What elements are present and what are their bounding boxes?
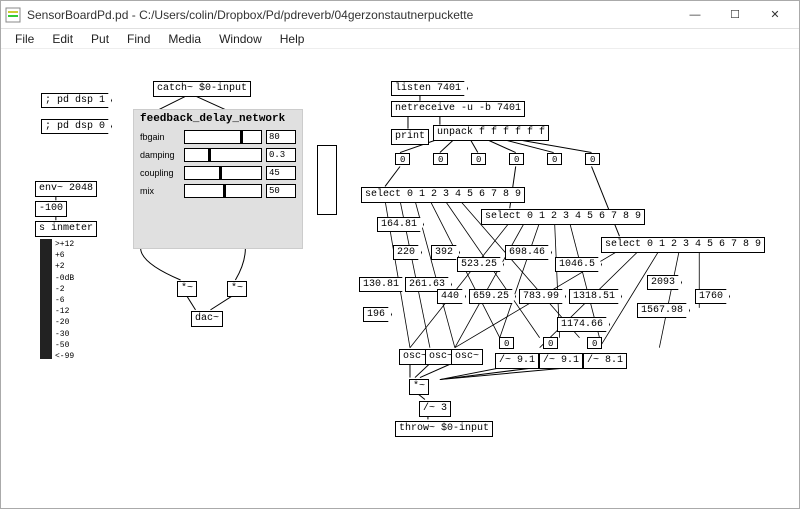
obj-div91a[interactable]: /~ 9.1 [495, 353, 539, 369]
menu-help[interactable]: Help [272, 30, 313, 48]
msg-130[interactable]: 130.81 [359, 277, 406, 292]
patch-canvas[interactable]: ; pd dsp 1 ; pd dsp 0 env~ 2048 -100 s i… [1, 49, 799, 508]
msg-698[interactable]: 698.46 [505, 245, 552, 260]
msg-1174[interactable]: 1174.66 [557, 317, 610, 332]
vu-label: -12 [55, 306, 74, 317]
msg-2093[interactable]: 2093 [647, 275, 682, 290]
fdn-label: mix [140, 186, 180, 196]
fdn-label: damping [140, 150, 180, 160]
obj-mul2[interactable]: *~ [227, 281, 247, 297]
msg-523[interactable]: 523.25 [457, 257, 504, 272]
msg-1567[interactable]: 1567.98 [637, 303, 690, 318]
vu-label: -50 [55, 340, 74, 351]
num-zero-a[interactable]: 0 [499, 337, 514, 349]
fdn-slider-mix[interactable] [184, 184, 262, 198]
fdn-row-fbgain: fbgain 80 [134, 128, 302, 146]
menu-put[interactable]: Put [83, 30, 117, 48]
fdn-label: fbgain [140, 132, 180, 142]
menu-media[interactable]: Media [160, 30, 209, 48]
fdn-value-coupling[interactable]: 45 [266, 166, 296, 180]
msg-1046[interactable]: 1046.5 [555, 257, 602, 272]
msg-1318[interactable]: 1318.51 [569, 289, 622, 304]
fdn-slider-fbgain[interactable] [184, 130, 262, 144]
num-unpack-5[interactable]: 0 [585, 153, 600, 165]
obj-dac[interactable]: dac~ [191, 311, 223, 327]
obj-div91b[interactable]: /~ 9.1 [539, 353, 583, 369]
window-title: SensorBoardPd.pd - C:/Users/colin/Dropbo… [27, 8, 675, 22]
fdn-value-damping[interactable]: 0.3 [266, 148, 296, 162]
obj-minus100[interactable]: -100 [35, 201, 67, 217]
menu-find[interactable]: Find [119, 30, 158, 48]
obj-netreceive[interactable]: netreceive -u -b 7401 [391, 101, 525, 117]
titlebar: SensorBoardPd.pd - C:/Users/colin/Dropbo… [1, 1, 799, 29]
fdn-title: feedback_delay_network [134, 110, 302, 128]
num-unpack-0[interactable]: 0 [395, 153, 410, 165]
obj-div3[interactable]: /~ 3 [419, 401, 451, 417]
iemgui-vslider[interactable] [317, 145, 337, 215]
obj-osc3[interactable]: osc~ [451, 349, 483, 365]
obj-div81[interactable]: /~ 8.1 [583, 353, 627, 369]
msg-220[interactable]: 220 [393, 245, 422, 260]
msg-196[interactable]: 196 [363, 307, 392, 322]
menubar: File Edit Put Find Media Window Help [1, 29, 799, 49]
vu-label: -2 [55, 284, 74, 295]
menu-edit[interactable]: Edit [44, 30, 81, 48]
vu-label: -20 [55, 317, 74, 328]
msg-440[interactable]: 440 [437, 289, 466, 304]
msg-1760[interactable]: 1760 [695, 289, 730, 304]
obj-env[interactable]: env~ 2048 [35, 181, 97, 197]
obj-catch[interactable]: catch~ $0-input [153, 81, 251, 97]
obj-unpack[interactable]: unpack f f f f f f [433, 125, 549, 141]
vu-label: <-99 [55, 351, 74, 362]
menu-file[interactable]: File [7, 30, 42, 48]
app-window: SensorBoardPd.pd - C:/Users/colin/Dropbo… [0, 0, 800, 509]
vu-label: +6 [55, 250, 74, 261]
vu-label: -30 [55, 329, 74, 340]
fdn-subpatch[interactable]: feedback_delay_network fbgain 80 damping 0.… [133, 109, 303, 249]
fdn-row-mix: mix 50 [134, 182, 302, 200]
msg-392[interactable]: 392 [431, 245, 460, 260]
num-unpack-2[interactable]: 0 [471, 153, 486, 165]
msg-659[interactable]: 659.25 [469, 289, 516, 304]
num-unpack-3[interactable]: 0 [509, 153, 524, 165]
menu-window[interactable]: Window [211, 30, 270, 48]
num-zero-c[interactable]: 0 [587, 337, 602, 349]
vu-label: -6 [55, 295, 74, 306]
app-icon [5, 7, 21, 23]
obj-mul1[interactable]: *~ [177, 281, 197, 297]
obj-s-inmeter[interactable]: s inmeter [35, 221, 97, 237]
msg-dsp0[interactable]: ; pd dsp 0 [41, 119, 112, 134]
msg-164[interactable]: 164.81 [377, 217, 424, 232]
num-unpack-4[interactable]: 0 [547, 153, 562, 165]
minimize-button[interactable]: — [675, 1, 715, 29]
vu-label: +2 [55, 261, 74, 272]
vu-meter: >+12+6+2-0dB-2-6-12-20-30-50<-99 [39, 239, 75, 359]
fdn-row-damping: damping 0.3 [134, 146, 302, 164]
fdn-slider-damping[interactable] [184, 148, 262, 162]
obj-print[interactable]: print [391, 129, 429, 145]
obj-throw[interactable]: throw~ $0-input [395, 421, 493, 437]
vu-label: >+12 [55, 239, 74, 250]
msg-listen[interactable]: listen 7401 [391, 81, 468, 96]
obj-select2[interactable]: select 0 1 2 3 4 5 6 7 8 9 [481, 209, 645, 225]
msg-783[interactable]: 783.99 [519, 289, 566, 304]
maximize-button[interactable]: ☐ [715, 1, 755, 29]
vu-label: -0dB [55, 273, 74, 284]
fdn-slider-coupling[interactable] [184, 166, 262, 180]
obj-select1[interactable]: select 0 1 2 3 4 5 6 7 8 9 [361, 187, 525, 203]
msg-dsp1[interactable]: ; pd dsp 1 [41, 93, 112, 108]
fdn-label: coupling [140, 168, 180, 178]
fdn-row-coupling: coupling 45 [134, 164, 302, 182]
num-unpack-1[interactable]: 0 [433, 153, 448, 165]
close-button[interactable]: ✕ [755, 1, 795, 29]
obj-select3[interactable]: select 0 1 2 3 4 5 6 7 8 9 [601, 237, 765, 253]
fdn-value-fbgain[interactable]: 80 [266, 130, 296, 144]
obj-mul-sig[interactable]: *~ [409, 379, 429, 395]
num-zero-b[interactable]: 0 [543, 337, 558, 349]
fdn-value-mix[interactable]: 50 [266, 184, 296, 198]
